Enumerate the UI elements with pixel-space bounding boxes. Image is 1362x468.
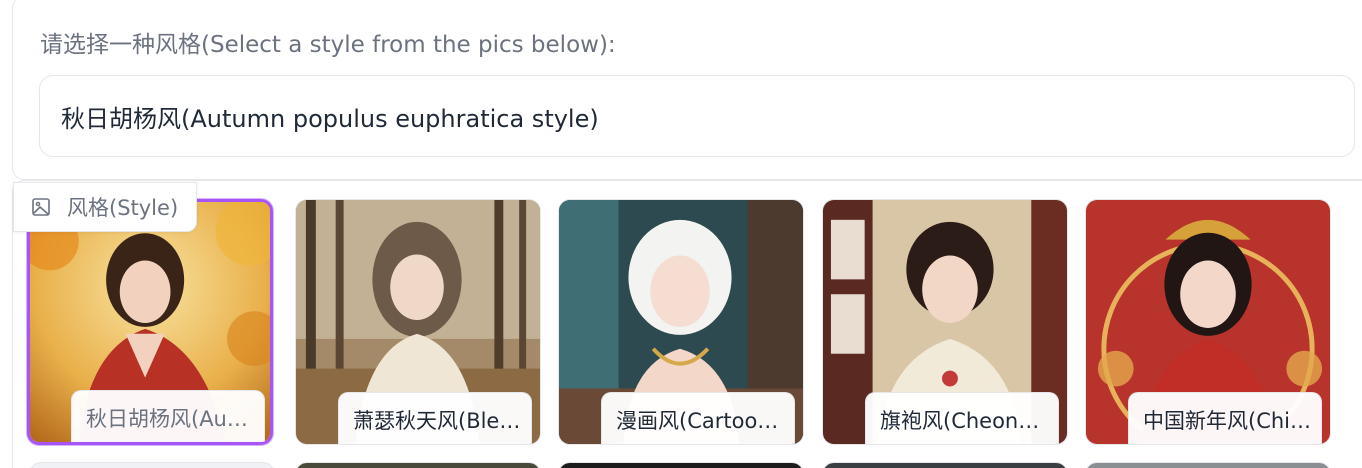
gallery-item-row2[interactable] [558, 462, 804, 468]
dropdown-label: 请选择一种风格(Select a style from the pics bel… [40, 32, 616, 58]
image-icon [32, 198, 50, 216]
dropdown-selected-value: 秋日胡杨风(Autumn populus euphratica style) [61, 105, 599, 133]
gallery-item-caption: 秋日胡杨风(Autumn populus euphratica style) [71, 390, 265, 442]
gallery-item-row2[interactable] [295, 462, 541, 468]
gallery-item-autumn-populus[interactable]: 秋日胡杨风(Autumn populus euphratica style) [27, 199, 273, 445]
gallery-item-caption: 中国新年风(Chinese New Year style) [1128, 392, 1322, 444]
gallery-item-caption: 旗袍风(Cheongsam style) [865, 392, 1059, 444]
gallery-item-row2[interactable] [1085, 462, 1331, 468]
gallery-item-caption: 萧瑟秋天风(Bleak autumn style) [338, 392, 532, 444]
gallery-label-tag: 风格(Style) [13, 182, 197, 232]
style-selector-page: 请选择一种风格(Select a style from the pics bel… [0, 0, 1362, 468]
gallery-item-row2[interactable] [822, 462, 1068, 468]
gallery-label: 风格(Style) [67, 196, 179, 220]
gallery-item-bleak-autumn[interactable]: 萧瑟秋天风(Bleak autumn style) [295, 199, 541, 445]
gallery-item-row2[interactable] [29, 462, 275, 468]
gallery-item-cartoon[interactable]: 漫画风(Cartoon style) [558, 199, 804, 445]
gallery-item-cheongsam[interactable]: 旗袍风(Cheongsam style) [822, 199, 1068, 445]
gallery-item-caption: 漫画风(Cartoon style) [601, 392, 795, 444]
style-dropdown[interactable]: 秋日胡杨风(Autumn populus euphratica style) [39, 75, 1355, 157]
gallery-item-chinese-new-year[interactable]: 中国新年风(Chinese New Year style) [1085, 199, 1331, 445]
style-dropdown-block: 请选择一种风格(Select a style from the pics bel… [12, 0, 1362, 180]
